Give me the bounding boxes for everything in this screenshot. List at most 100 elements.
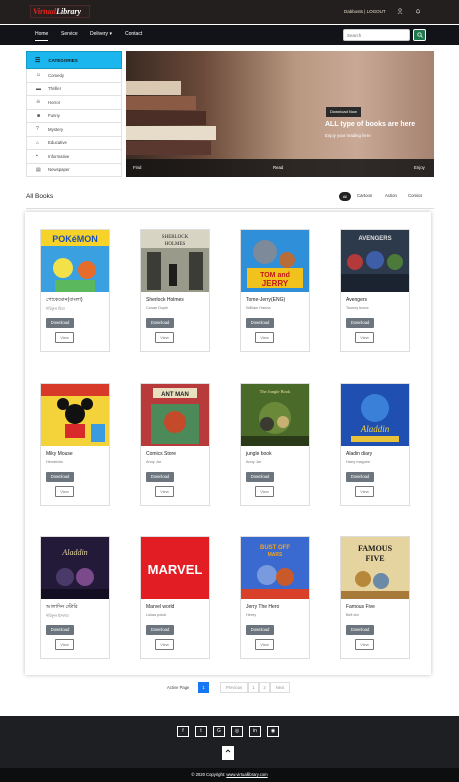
categories-title: CATEGORIES bbox=[48, 57, 78, 63]
book-cover-image[interactable]: The Jungle Book bbox=[241, 384, 309, 446]
nav-home[interactable]: Home bbox=[35, 31, 49, 41]
download-button[interactable]: Download bbox=[146, 472, 174, 482]
laugh-icon: ☺ bbox=[36, 72, 42, 79]
view-button[interactable]: View bbox=[355, 639, 374, 650]
category-mystery[interactable]: ? Mystery bbox=[26, 123, 122, 137]
category-label: Educative bbox=[48, 140, 67, 146]
filter-action[interactable]: Action bbox=[385, 193, 397, 198]
download-button[interactable]: Download bbox=[346, 625, 374, 635]
download-button[interactable]: Download bbox=[46, 472, 74, 482]
top-bar: Virtual Library Dabbosts | LOGOUT bbox=[0, 0, 459, 24]
chevron-up-icon[interactable] bbox=[222, 746, 234, 760]
download-button[interactable]: Download bbox=[346, 472, 374, 482]
nav-delivery-dropdown[interactable]: Delivery ▾ bbox=[90, 31, 112, 37]
instagram-icon[interactable]: ◎ bbox=[231, 726, 243, 737]
book-stack-image bbox=[126, 111, 206, 125]
twitter-icon[interactable]: t bbox=[195, 726, 207, 737]
book-author: Conan Doyle bbox=[146, 306, 168, 310]
book-cover-image[interactable]: TOM and JERRY bbox=[241, 230, 309, 292]
book-card: ANT MAN Comics Store Anny Jar Download V… bbox=[140, 383, 210, 506]
book-cover-image[interactable]: FAMOUS FIVE bbox=[341, 537, 409, 599]
category-informative[interactable]: ▪ Informative bbox=[26, 150, 122, 164]
category-comedy[interactable]: ☺ Comedy bbox=[26, 69, 122, 83]
bell-icon[interactable] bbox=[415, 8, 421, 14]
download-button[interactable]: Download bbox=[246, 625, 274, 635]
book-title: jungle book bbox=[246, 451, 272, 457]
view-button[interactable]: View bbox=[255, 486, 274, 497]
search-input[interactable] bbox=[343, 29, 410, 41]
category-thriller[interactable]: ▬ Thriller bbox=[26, 82, 122, 96]
book-cover-image[interactable]: ANT MAN bbox=[141, 384, 209, 446]
book-stack-image bbox=[126, 96, 196, 110]
view-button[interactable]: View bbox=[55, 639, 74, 650]
pagination-previous[interactable]: Previous bbox=[220, 682, 248, 693]
view-button[interactable]: View bbox=[155, 639, 174, 650]
download-button[interactable]: Download bbox=[246, 318, 274, 328]
filter-cartoon[interactable]: Cartoon bbox=[357, 193, 372, 198]
category-label: Horror bbox=[48, 99, 61, 105]
category-label: Mystery bbox=[48, 126, 64, 132]
category-educative[interactable]: ⌂ Educative bbox=[26, 136, 122, 150]
category-label: Funny bbox=[48, 113, 60, 119]
view-button[interactable]: View bbox=[155, 486, 174, 497]
download-button[interactable]: Download bbox=[46, 625, 74, 635]
category-label: Comedy bbox=[48, 72, 65, 78]
book-cover-image[interactable]: Aladdin bbox=[41, 537, 109, 599]
pagination-page-2[interactable]: 2 bbox=[259, 682, 270, 693]
github-icon[interactable]: ◉ bbox=[267, 726, 279, 737]
filter-comics[interactable]: Comics bbox=[408, 193, 422, 198]
view-button[interactable]: View bbox=[355, 332, 374, 343]
pagination-page-1[interactable]: 1 bbox=[248, 682, 259, 693]
book-author: Anny Jar bbox=[146, 460, 161, 464]
view-button[interactable]: View bbox=[55, 332, 74, 343]
divider bbox=[26, 208, 434, 209]
site-logo[interactable]: Virtual Library bbox=[30, 5, 90, 18]
view-button[interactable]: View bbox=[255, 639, 274, 650]
book-title: Jerry The Hero bbox=[246, 604, 280, 610]
user-logout-link[interactable]: Dabbosts | LOGOUT bbox=[344, 9, 386, 14]
category-newspaper[interactable]: ▤ Newspaper bbox=[26, 163, 122, 177]
category-horror[interactable]: ☠ Horror bbox=[26, 96, 122, 110]
book-author: Anny Jar bbox=[246, 460, 261, 464]
search-button[interactable] bbox=[413, 29, 426, 41]
view-button[interactable]: View bbox=[155, 332, 174, 343]
book-author: Hendricks bbox=[46, 460, 63, 464]
nav-contact[interactable]: Contact bbox=[125, 31, 142, 37]
book-cover-image[interactable]: Aladdin bbox=[341, 384, 409, 446]
pagination-next[interactable]: Next bbox=[270, 682, 290, 693]
book-cover-image[interactable]: BUST OFF MARS bbox=[241, 537, 309, 599]
categories-header: ☰ CATEGORIES bbox=[26, 51, 122, 69]
view-button[interactable]: View bbox=[255, 332, 274, 343]
google-icon[interactable]: G bbox=[213, 726, 225, 737]
download-now-button[interactable]: Download Now bbox=[326, 107, 361, 117]
svg-text:TOM and: TOM and bbox=[260, 272, 290, 279]
download-button[interactable]: Download bbox=[46, 318, 74, 328]
book-cover-image[interactable]: AVENGERS bbox=[341, 230, 409, 292]
book-cover-image[interactable]: MARVEL bbox=[141, 537, 209, 599]
nav-service[interactable]: Service bbox=[61, 31, 78, 37]
filter-all[interactable]: All bbox=[339, 192, 351, 201]
user-icon[interactable] bbox=[397, 8, 403, 15]
book-author: Harry maguire bbox=[346, 460, 371, 464]
linkedin-icon[interactable]: in bbox=[249, 726, 261, 737]
download-button[interactable]: Download bbox=[346, 318, 374, 328]
facebook-icon[interactable]: f bbox=[177, 726, 189, 737]
category-funny[interactable]: ☻ Funny bbox=[26, 109, 122, 123]
book-cover-image[interactable] bbox=[41, 384, 109, 446]
book-cover-image[interactable]: POKéMON bbox=[41, 230, 109, 292]
download-button[interactable]: Download bbox=[146, 318, 174, 328]
book-stack-image bbox=[126, 81, 181, 95]
download-button[interactable]: Download bbox=[146, 625, 174, 635]
category-label: Newspaper bbox=[48, 167, 70, 173]
view-button[interactable]: View bbox=[355, 486, 374, 497]
svg-text:Aladdin: Aladdin bbox=[360, 424, 390, 434]
copyright-link[interactable]: www.virtuallibrary.com bbox=[226, 772, 267, 777]
hero-caption-read: Read bbox=[273, 165, 284, 170]
hero-subtitle: Enjoy your reading here bbox=[325, 133, 371, 138]
hero-caption-enjoy: Enjoy bbox=[414, 165, 425, 170]
book-cover-image[interactable]: SHERLOCK HOLMES bbox=[141, 230, 209, 292]
svg-text:Aladdin: Aladdin bbox=[61, 548, 87, 557]
download-button[interactable]: Download bbox=[246, 472, 274, 482]
book-title: Avengers bbox=[346, 297, 368, 303]
view-button[interactable]: View bbox=[55, 486, 74, 497]
